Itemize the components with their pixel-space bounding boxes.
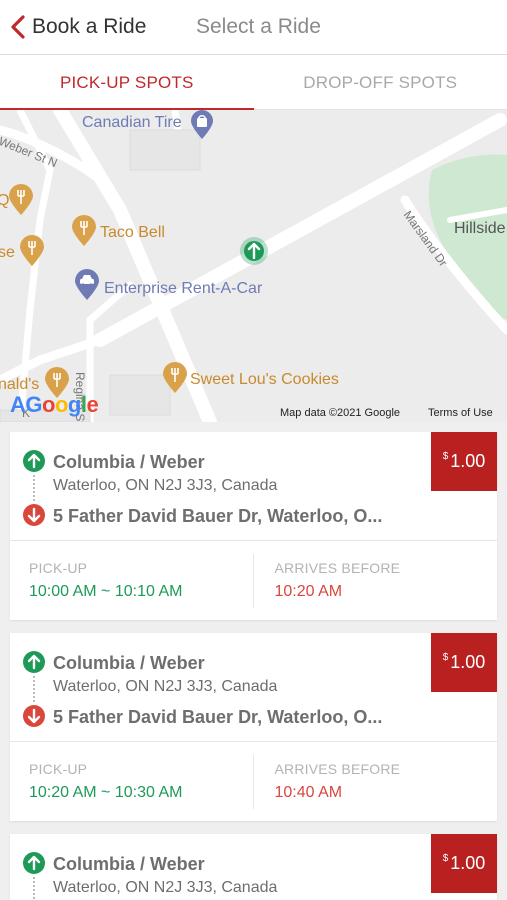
arrives-time: 10:40 AM: [274, 784, 343, 801]
pickup-stop-name: Columbia / Weber: [53, 452, 205, 472]
price-amount: 1.00: [450, 652, 486, 672]
map-label-taco-bell: Taco Bell: [100, 224, 165, 241]
arrives-time: 10:20 AM: [274, 583, 343, 600]
pickup-label: PICK-UP: [29, 761, 88, 777]
pickup-stop-address: Waterloo, ON N2J 3J3, Canada: [53, 678, 278, 695]
pickup-stop-address: Waterloo, ON N2J 3J3, Canada: [53, 477, 278, 494]
pickup-window: 10:20 AM ~ 10:30 AM: [29, 784, 183, 801]
back-label: Book a Ride: [32, 15, 147, 38]
price-currency: $: [442, 853, 449, 864]
tab-pick-up-spots[interactable]: PICK-UP SPOTS: [0, 55, 254, 111]
restaurant-pin-icon[interactable]: [19, 235, 45, 267]
pickup-marker-icon[interactable]: [239, 236, 269, 266]
route-connector: [33, 877, 35, 900]
pickup-arrow-icon: [23, 852, 45, 874]
price-currency: $: [442, 451, 449, 462]
map-view[interactable]: Canadian Tire Weber St N Q Taco Bell se …: [0, 110, 507, 422]
map-attribution: Map data ©2021 Google: [280, 407, 401, 419]
terms-of-use-link[interactable]: Terms of Use: [428, 407, 493, 419]
ride-card[interactable]: Columbia / Weber Waterloo, ON N2J 3J3, C…: [10, 432, 497, 620]
map-label-left-partial: Q: [0, 192, 10, 209]
pickup-arrow-icon: [23, 450, 45, 472]
ride-list[interactable]: Columbia / Weber Waterloo, ON N2J 3J3, C…: [0, 422, 507, 900]
ride-card[interactable]: Columbia / Weber Waterloo, ON N2J 3J3, C…: [10, 834, 497, 900]
restaurant-pin-icon[interactable]: [71, 215, 97, 247]
pickup-stop-name: Columbia / Weber: [53, 854, 205, 874]
pickup-arrow-icon: [23, 651, 45, 673]
tab-drop-off-spots[interactable]: DROP-OFF SPOTS: [254, 55, 507, 110]
map-label-canadian-tire: Canadian Tire: [82, 114, 182, 131]
route-connector: [33, 676, 35, 702]
restaurant-pin-icon[interactable]: [8, 184, 34, 216]
shopping-bag-icon[interactable]: [189, 110, 215, 140]
map-label-left-se: se: [0, 244, 15, 261]
price-currency: $: [442, 652, 449, 663]
page-title: Select a Ride: [196, 15, 321, 38]
google-logo: AGoogle: [10, 392, 99, 417]
pickup-stop-name: Columbia / Weber: [53, 653, 205, 673]
pickup-label: PICK-UP: [29, 560, 88, 576]
chevron-left-icon: [11, 15, 25, 39]
price-badge[interactable]: $ 1.00: [431, 633, 497, 692]
back-button[interactable]: Book a Ride: [0, 0, 146, 55]
arrives-label: ARRIVES BEFORE: [274, 560, 401, 576]
car-rental-pin-icon[interactable]: [74, 269, 100, 301]
price-amount: 1.00: [450, 451, 486, 471]
price-badge[interactable]: $ 1.00: [431, 834, 497, 893]
price-badge[interactable]: $ 1.00: [431, 432, 497, 491]
map-label-sweet-lous: Sweet Lou's Cookies: [190, 371, 339, 388]
spot-tabs: PICK-UP SPOTS DROP-OFF SPOTS: [0, 55, 507, 111]
route-connector: [33, 475, 35, 501]
map-label-hillside: Hillside: [454, 220, 506, 237]
dropoff-address: 5 Father David Bauer Dr, Waterloo, O...: [53, 506, 383, 526]
restaurant-pin-icon[interactable]: [162, 362, 188, 394]
price-amount: 1.00: [450, 853, 486, 873]
arrives-label: ARRIVES BEFORE: [274, 761, 401, 777]
pickup-window: 10:00 AM ~ 10:10 AM: [29, 583, 183, 600]
dropoff-arrow-icon: [23, 504, 45, 526]
top-bar: Book a Ride Select a Ride: [0, 0, 507, 55]
ride-card[interactable]: Columbia / Weber Waterloo, ON N2J 3J3, C…: [10, 633, 497, 821]
dropoff-address: 5 Father David Bauer Dr, Waterloo, O...: [53, 707, 383, 727]
dropoff-arrow-icon: [23, 705, 45, 727]
map-label-enterprise: Enterprise Rent-A-Car: [104, 280, 263, 297]
pickup-stop-address: Waterloo, ON N2J 3J3, Canada: [53, 879, 278, 896]
